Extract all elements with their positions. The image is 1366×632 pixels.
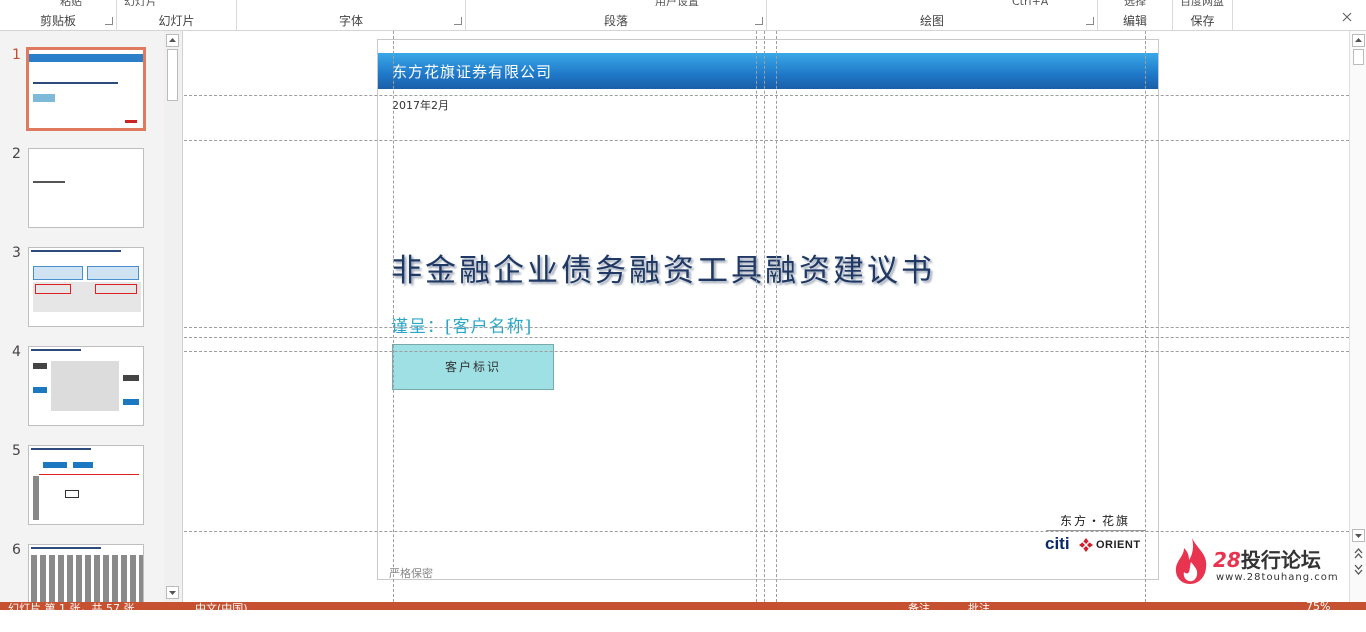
slide-number: 3 — [12, 245, 21, 261]
slide-number: 1 — [12, 47, 21, 63]
editor-scrollbar[interactable] — [1349, 31, 1366, 602]
ribbon-group-label: 剪贴板 — [39, 14, 76, 28]
slide-number: 6 — [12, 542, 21, 558]
watermark-brand: 28投行论坛 — [1213, 548, 1321, 572]
watermark-url: www.28touhang.com — [1216, 572, 1339, 583]
ribbon-group-label: 幻灯片 — [158, 14, 195, 28]
ribbon-group-label: 绘图 — [919, 14, 944, 28]
slide-thumbnail[interactable]: 2 — [0, 146, 165, 236]
slide-canvas[interactable]: 东方花旗证券有限公司 2017年2月 非金融企业债务融资工具融资建议书 谨呈：[… — [377, 39, 1159, 580]
status-bar: 幻灯片 第 1 张，共 57 张 中文(中国) 备注 批注 75% — [0, 602, 1366, 610]
ribbon-cutoff-text: 粘贴 — [60, 0, 82, 6]
guide-line[interactable] — [184, 327, 1349, 328]
ribbon-group-drawing: 绘图 — [767, 0, 1098, 31]
language-status[interactable]: 中文(中国) — [195, 602, 248, 610]
comments-button[interactable]: 批注 — [968, 602, 990, 610]
flame-icon — [1175, 538, 1207, 584]
orient-mark-icon — [1079, 538, 1093, 552]
slide-thumbnail[interactable]: 3 — [0, 245, 165, 335]
thumbnail-preview — [28, 148, 144, 228]
slide-subtitle[interactable]: 谨呈：[客户名称] — [391, 312, 532, 337]
guide-line[interactable] — [184, 351, 1349, 352]
ribbon-group-label: 编辑 — [1122, 14, 1147, 28]
slide-number: 4 — [12, 344, 21, 360]
dialog-launcher-icon[interactable] — [755, 17, 763, 25]
guide-line[interactable] — [764, 31, 765, 602]
scroll-down-arrow-icon[interactable] — [166, 586, 179, 599]
collapse-ribbon-icon[interactable] — [1342, 12, 1352, 22]
thumbnail-preview — [28, 247, 144, 327]
guide-line[interactable] — [184, 140, 1349, 141]
scroll-thumb[interactable] — [167, 49, 178, 101]
ribbon-group-label: 保存 — [1190, 14, 1215, 28]
ribbon-group-label: 段落 — [603, 14, 628, 28]
logo-chinese-name: 东方・花旗 — [1060, 514, 1131, 528]
thumbnail-scrollbar[interactable] — [164, 31, 181, 602]
scroll-down-arrow-icon[interactable] — [1352, 529, 1365, 542]
thumbnail-preview — [26, 47, 146, 131]
dialog-launcher-icon[interactable] — [1086, 17, 1094, 25]
scroll-up-arrow-icon[interactable] — [1352, 34, 1365, 47]
dialog-launcher-icon[interactable] — [105, 17, 113, 25]
ribbon-cutoff-text: 选择 — [1124, 0, 1146, 6]
slide-thumbnail[interactable]: 5 — [0, 443, 165, 533]
ribbon-cutoff-text: 用户设置 — [655, 0, 699, 6]
zoom-level[interactable]: 75% — [1306, 602, 1330, 610]
notes-button[interactable]: 备注 — [908, 602, 930, 610]
guide-line[interactable] — [184, 95, 1349, 96]
thumbnail-preview — [28, 445, 144, 525]
next-slide-icon[interactable] — [1352, 563, 1365, 576]
citi-logo: citi — [1045, 534, 1070, 553]
ribbon-group-label: 字体 — [338, 14, 363, 28]
previous-slide-icon[interactable] — [1352, 547, 1365, 560]
ribbon-cutoff-text: 幻灯片 — [124, 0, 157, 6]
thumbnail-preview — [28, 346, 144, 426]
slide-thumbnail[interactable]: 6 — [0, 542, 165, 632]
thumbnail-preview — [28, 544, 144, 604]
dialog-launcher-icon[interactable] — [454, 17, 462, 25]
guide-line[interactable] — [393, 31, 394, 602]
slide-number: 2 — [12, 146, 21, 162]
slide-thumbnail[interactable]: 1 — [0, 47, 165, 137]
ribbon-cutoff-text: 百度网盘 — [1180, 0, 1224, 6]
ribbon-cutoff-text: Ctrl+A — [1012, 0, 1048, 6]
ribbon: 剪贴板 幻灯片 字体 段落 绘图 编辑 保存 粘贴 幻灯片 用户设置 Ctrl+… — [0, 0, 1366, 31]
slide-count-status: 幻灯片 第 1 张，共 57 张 — [8, 602, 135, 610]
confidential-label[interactable]: 严格保密 — [389, 565, 433, 581]
forum-watermark: 28投行论坛 www.28touhang.com — [1170, 536, 1350, 590]
ribbon-group-paragraph: 段落 — [466, 0, 767, 31]
header-banner: 东方花旗证券有限公司 — [378, 53, 1158, 89]
scroll-up-arrow-icon[interactable] — [166, 34, 179, 47]
ribbon-group-font: 字体 — [237, 0, 466, 31]
scroll-thumb[interactable] — [1353, 49, 1364, 65]
guide-line[interactable] — [756, 31, 757, 602]
company-header[interactable]: 东方花旗证券有限公司 — [392, 61, 552, 82]
slide-number: 5 — [12, 443, 21, 459]
guide-line[interactable] — [776, 31, 777, 602]
guide-line[interactable] — [1145, 31, 1146, 602]
ribbon-group-clipboard: 剪贴板 — [0, 0, 117, 31]
slide-editor[interactable]: 东方花旗证券有限公司 2017年2月 非金融企业债务融资工具融资建议书 谨呈：[… — [184, 31, 1349, 602]
slide-thumbnail-pane: 1 2 3 4 5 6 — [0, 31, 183, 604]
orient-logo-text: ORIENT — [1096, 539, 1141, 551]
guide-line[interactable] — [184, 337, 1349, 338]
slide-thumbnail[interactable]: 4 — [0, 344, 165, 434]
slide-title[interactable]: 非金融企业债务融资工具融资建议书 — [391, 245, 935, 290]
guide-line[interactable] — [184, 531, 1349, 532]
slide-date[interactable]: 2017年2月 — [392, 97, 449, 113]
